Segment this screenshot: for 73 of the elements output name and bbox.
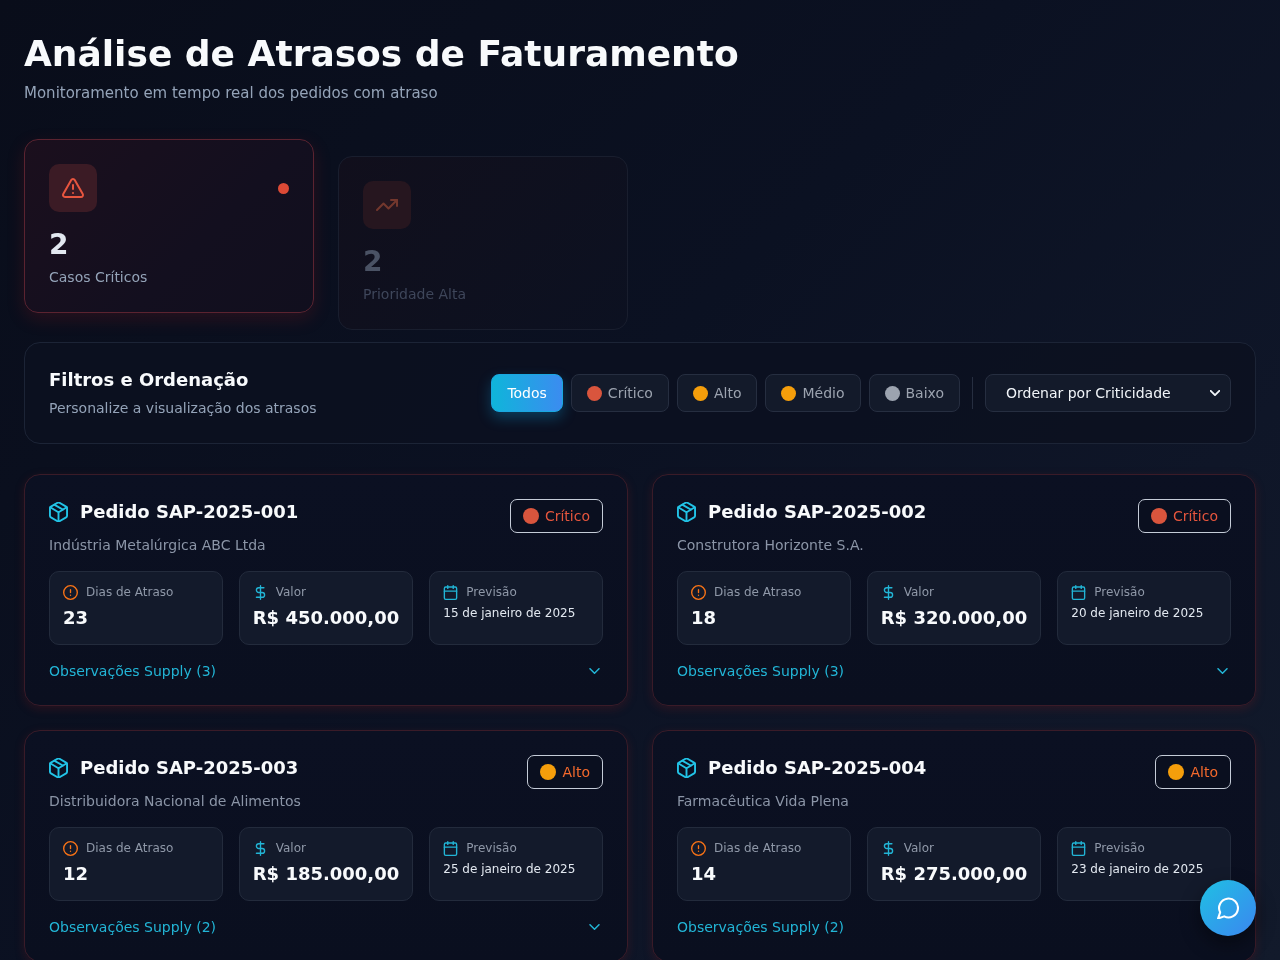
order-title: Pedido SAP-2025-002 (708, 500, 927, 524)
metric-label: Dias de Atraso (714, 840, 802, 856)
stat-label: Casos Críticos (49, 268, 148, 287)
metric-value: 25 de janeiro de 2025 (443, 861, 576, 878)
stat-label: Prioridade Alta (363, 285, 466, 304)
order-title: Pedido SAP-2025-001 (80, 500, 299, 524)
metric-label: Valor (275, 840, 306, 856)
package-icon (49, 502, 68, 522)
metric-label: Dias de Atraso (86, 584, 174, 600)
metric-value: R$ 275.000,00 (880, 862, 1028, 886)
metric-value: 20 de janeiro de 2025 (1071, 605, 1204, 622)
order-title: Pedido SAP-2025-003 (80, 756, 299, 780)
alert-circle-icon (691, 840, 706, 856)
filter-button[interactable]: Médio (765, 374, 861, 412)
notes-link[interactable]: Observações Supply (3) (49, 661, 217, 681)
stat-value: 2 (49, 228, 69, 262)
priority-label: Alto (1190, 764, 1218, 780)
client-name: Construtora Horizonte S.A. (677, 536, 864, 555)
metric-label: Previsão (466, 584, 517, 600)
filter-button[interactable]: Baixo (868, 374, 960, 412)
metric-value: R$ 450.000,00 (252, 606, 400, 630)
page-title: Análise de Atrasos de Faturamento (24, 32, 739, 75)
package-icon (49, 758, 68, 778)
chevron-down-icon[interactable] (589, 668, 600, 674)
metric-label: Previsão (1094, 584, 1145, 600)
panel-title: Filtros e Ordenação (49, 368, 250, 392)
chat-bubble-icon (1217, 897, 1239, 919)
chevron-down-icon[interactable] (589, 924, 600, 930)
priority-label: Crítico (1172, 508, 1218, 524)
notes-link[interactable]: Observações Supply (2) (49, 917, 217, 937)
calendar-icon (1071, 584, 1087, 600)
metric-value: 23 de janeiro de 2025 (1071, 861, 1204, 878)
warning-icon (49, 164, 97, 212)
page-subtitle: Monitoramento em tempo real dos pedidos com atraso (24, 83, 438, 103)
client-name: Farmacêutica Vida Plena (677, 792, 849, 811)
filter-button[interactable]: Alto (676, 374, 758, 412)
metric-label: Dias de Atraso (86, 840, 174, 856)
metric-label: Valor (903, 584, 934, 600)
panel-subtitle: Personalize a visualização dos atrasos (49, 399, 317, 418)
trend-up-icon (363, 181, 411, 229)
alert-circle-icon (63, 840, 78, 856)
metric-label: Valor (275, 584, 306, 600)
metric-value: 15 de janeiro de 2025 (443, 605, 576, 622)
metric-value: 12 (63, 862, 89, 886)
alert-circle-icon (63, 584, 78, 600)
filter-button[interactable]: Crítico (570, 374, 669, 412)
order-title: Pedido SAP-2025-004 (708, 756, 927, 780)
caret-icon (1210, 390, 1220, 396)
metric-value: 23 (63, 606, 89, 630)
chevron-down-icon[interactable] (1217, 668, 1228, 674)
metric-label: Valor (903, 840, 934, 856)
metric-value: R$ 185.000,00 (252, 862, 400, 886)
sort-select[interactable]: Ordenar por Criticidade (985, 374, 1231, 412)
alert-circle-icon (691, 584, 706, 600)
metric-label: Previsão (466, 840, 517, 856)
calendar-icon (443, 584, 459, 600)
package-icon (677, 502, 696, 522)
metric-value: R$ 320.000,00 (880, 606, 1028, 630)
notes-link[interactable]: Observações Supply (2) (677, 917, 845, 937)
stat-value: 2 (363, 245, 383, 279)
metric-label: Dias de Atraso (714, 584, 802, 600)
package-icon (677, 758, 696, 778)
calendar-icon (1071, 840, 1087, 856)
metric-value: 14 (691, 862, 717, 886)
client-name: Indústria Metalúrgica ABC Ltda (49, 536, 266, 555)
metric-label: Previsão (1094, 840, 1145, 856)
priority-label: Crítico (544, 508, 590, 524)
alert-dot-icon (278, 182, 289, 194)
client-name: Distribuidora Nacional de Alimentos (49, 792, 301, 811)
priority-label: Alto (562, 764, 590, 780)
notes-link[interactable]: Observações Supply (3) (677, 661, 845, 681)
metric-value: 18 (691, 606, 717, 630)
calendar-icon (443, 840, 459, 856)
